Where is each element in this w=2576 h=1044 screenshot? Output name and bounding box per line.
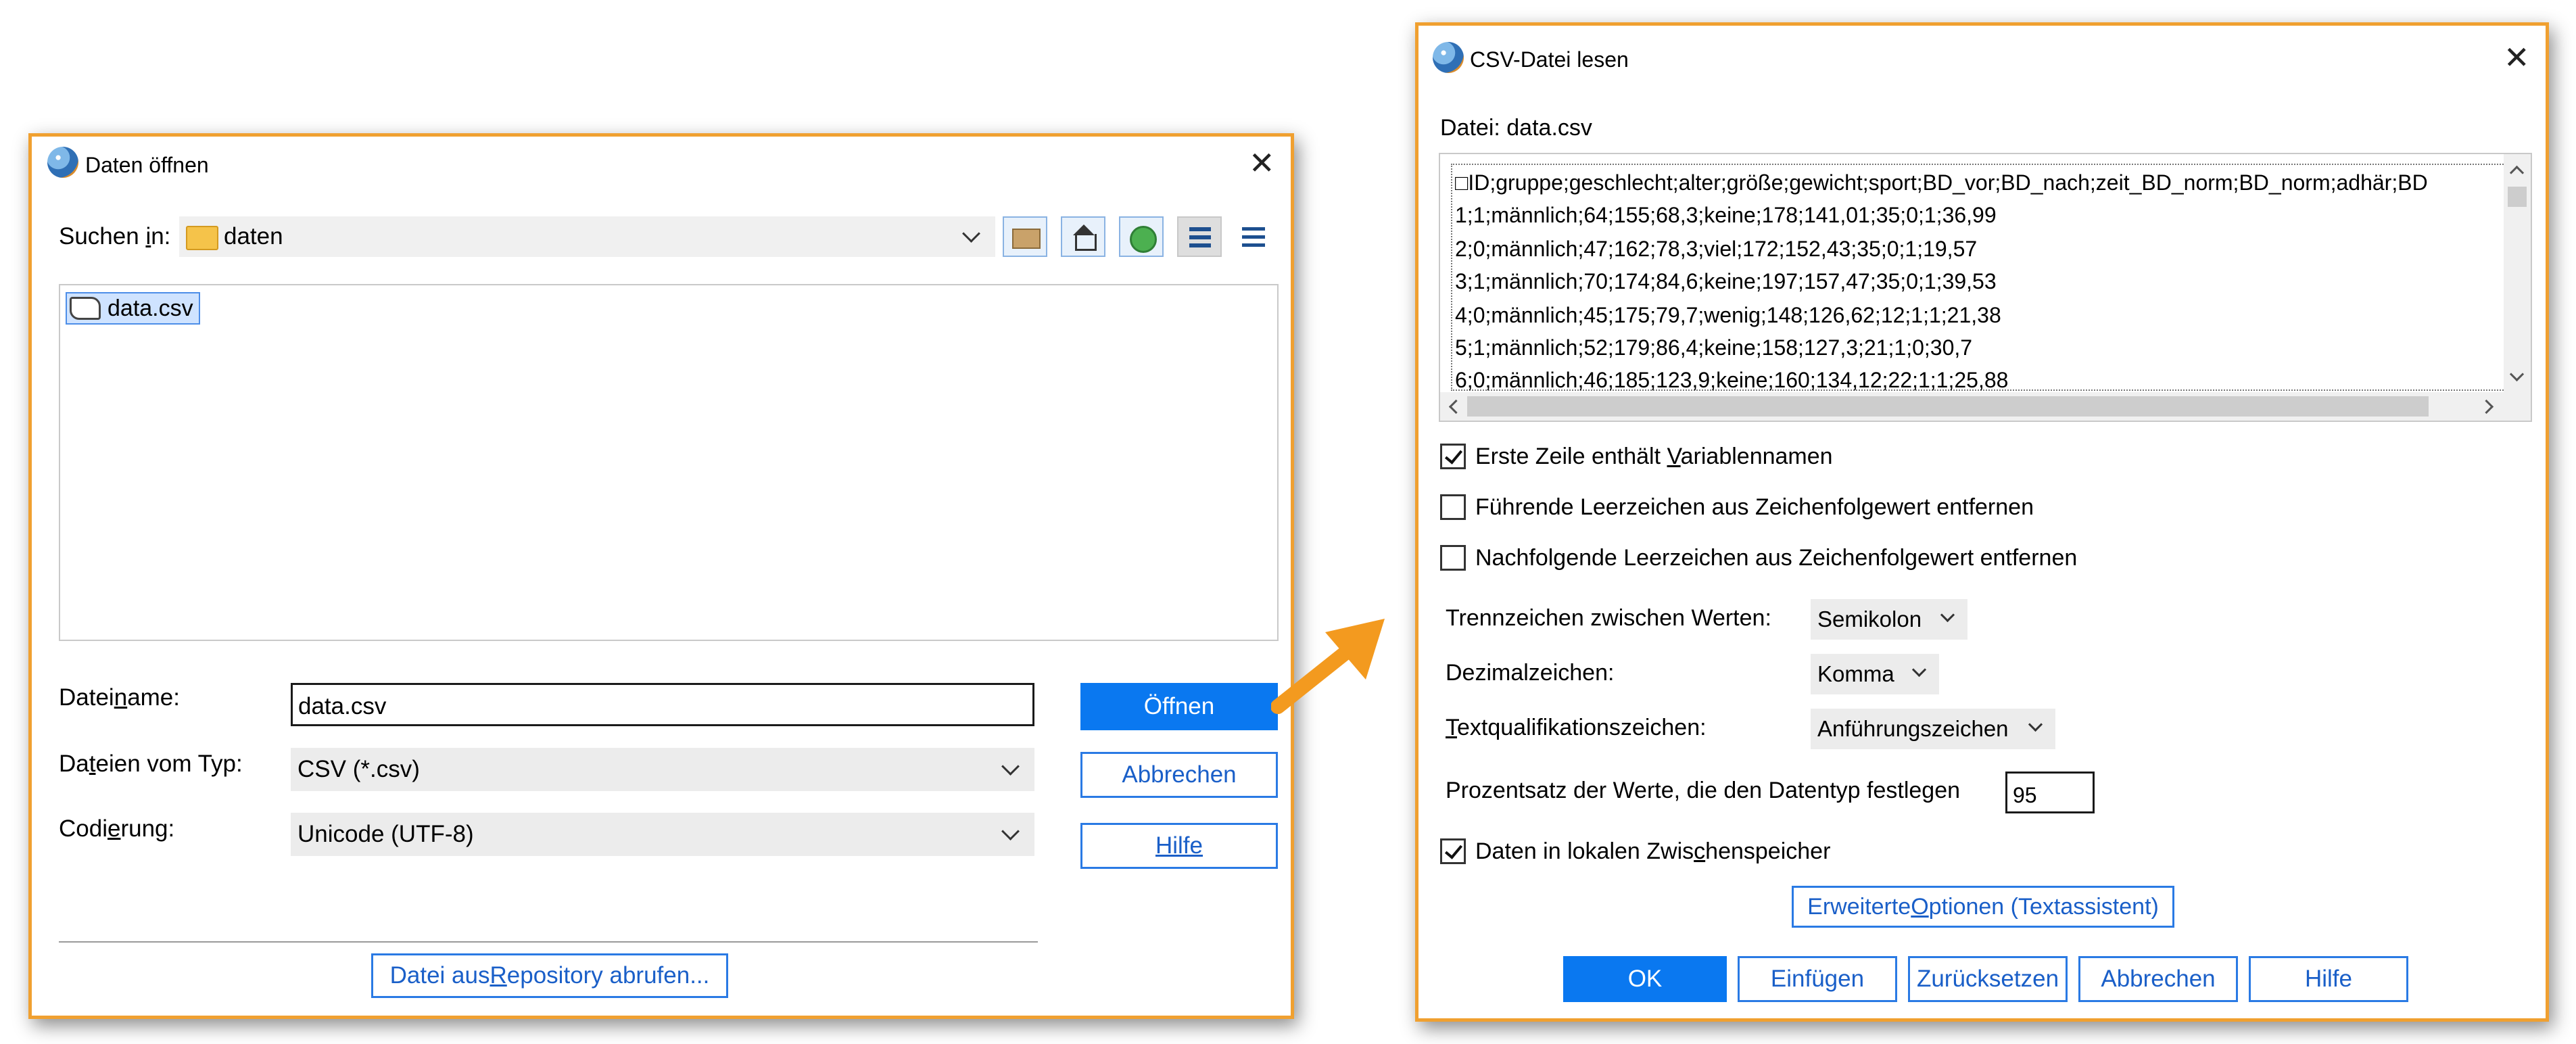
paste-button[interactable]: Einfügen	[1738, 956, 1897, 1002]
encoding-select[interactable]: Unicode (UTF-8)	[291, 813, 1034, 856]
app-globe-icon	[47, 147, 78, 178]
decimal-label: Dezimalzeichen:	[1446, 660, 1615, 686]
help-button[interactable]: Hilfe	[1080, 823, 1278, 869]
scroll-up-icon	[2509, 165, 2525, 181]
title-bar: Daten öffnen ✕	[32, 137, 1291, 197]
list-view-button[interactable]	[1177, 216, 1222, 257]
filetype-value: CSV (*.csv)	[297, 756, 420, 782]
look-in-combo[interactable]: daten	[179, 216, 995, 257]
title-bar: CSV-Datei lesen ✕	[1418, 26, 2546, 87]
open-button[interactable]: Öffnen	[1080, 683, 1278, 730]
new-folder-icon	[1130, 226, 1157, 253]
ok-button[interactable]: OK	[1563, 956, 1727, 1002]
file-list[interactable]: data.csv	[59, 284, 1279, 641]
folder-icon	[186, 226, 218, 250]
home-button[interactable]	[1061, 216, 1105, 257]
chevron-down-icon	[1001, 757, 1020, 776]
file-item-name: data.csv	[108, 295, 193, 321]
trim-trailing-checkbox[interactable]	[1440, 545, 1466, 571]
arrow-icon	[1271, 619, 1385, 714]
delimiter-label: Trennzeichen zwischen Werten:	[1446, 605, 1771, 631]
local-cache-checkbox[interactable]	[1440, 838, 1466, 864]
percent-label: Prozentsatz der Werte, die den Datentyp …	[1446, 778, 1961, 803]
look-in-value: daten	[224, 223, 283, 250]
filename-label: Dateiname:	[59, 684, 180, 711]
advanced-options-button[interactable]: Erweiterte Optionen (Textassistent)	[1792, 886, 2174, 928]
trim-leading-checkbox[interactable]	[1440, 494, 1466, 520]
new-folder-button[interactable]	[1119, 216, 1164, 257]
reset-button[interactable]: Zurücksetzen	[1908, 956, 2068, 1002]
filename-value: data.csv	[298, 693, 387, 719]
chevron-down-icon	[1001, 822, 1020, 840]
cancel-button[interactable]: Abbrechen	[2078, 956, 2238, 1002]
preview-header-line: □ID;gruppe;geschlecht;alter;größe;gewich…	[1455, 170, 2428, 195]
chevron-down-icon	[1911, 662, 1927, 678]
local-cache-label: Daten in lokalen Zwischenspeicher	[1475, 838, 1831, 864]
file-item[interactable]: data.csv	[66, 292, 200, 325]
scroll-left-icon	[1448, 399, 1464, 414]
vertical-scrollbar[interactable]	[2504, 154, 2531, 392]
look-in-label: Suchen in:	[59, 223, 171, 250]
close-icon[interactable]: ✕	[2504, 42, 2530, 73]
decimal-select[interactable]: Komma	[1811, 654, 1939, 694]
percent-value: 95	[2013, 783, 2037, 807]
chevron-down-icon	[2028, 717, 2043, 732]
filename-input[interactable]: data.csv	[291, 683, 1034, 726]
home-icon	[1075, 234, 1097, 251]
cancel-button[interactable]: Abbrechen	[1080, 752, 1278, 798]
csv-preview[interactable]: □ID;gruppe;geschlecht;alter;größe;gewich…	[1439, 153, 2532, 422]
preview-line: 6;0;männlich;46;185;123,9;keine;160;134,…	[1455, 368, 2009, 392]
first-row-names-label: Erste Zeile enthält Variablennamen	[1475, 444, 1833, 469]
details-view-button[interactable]	[1231, 216, 1276, 257]
list-view-icon	[1189, 227, 1211, 247]
filetype-select[interactable]: CSV (*.csv)	[291, 748, 1034, 791]
delimiter-value: Semikolon	[1817, 607, 1922, 632]
vertical-scroll-thumb[interactable]	[2508, 187, 2527, 207]
preview-line: 1;1;männlich;64;155;68,3;keine;178;141,0…	[1455, 203, 1997, 227]
text-qualifier-label: Textqualifikationszeichen:	[1446, 715, 1707, 740]
chevron-down-icon	[1940, 607, 1955, 623]
preview-line: 2;0;männlich;47;162;78,3;viel;172;152,43…	[1455, 237, 1978, 261]
chevron-down-icon	[962, 224, 980, 243]
csv-read-dialog: CSV-Datei lesen ✕ Datei: data.csv □ID;gr…	[1415, 22, 2549, 1022]
open-data-dialog: Daten öffnen ✕ Suchen in: daten data.csv…	[28, 133, 1294, 1019]
divider	[59, 941, 1038, 943]
repository-button[interactable]: Datei aus Repository abrufen...	[371, 953, 728, 998]
close-icon[interactable]: ✕	[1249, 147, 1275, 179]
scroll-right-icon	[2479, 399, 2494, 414]
details-view-icon	[1242, 227, 1265, 247]
csv-file-icon	[70, 297, 101, 320]
up-folder-button[interactable]	[1003, 216, 1047, 257]
dialog-title: Daten öffnen	[85, 153, 209, 177]
preview-line: 4;0;männlich;45;175;79,7;wenig;148;126,6…	[1455, 303, 2001, 327]
decimal-value: Komma	[1817, 661, 1894, 686]
text-qualifier-value: Anführungszeichen	[1817, 716, 2009, 741]
help-button[interactable]: Hilfe	[2249, 956, 2408, 1002]
app-globe-icon	[1433, 42, 1464, 73]
first-row-names-checkbox[interactable]	[1440, 444, 1466, 469]
preview-line: 5;1;männlich;52;179;86,4;keine;158;127,3…	[1455, 335, 1973, 360]
dialog-title: CSV-Datei lesen	[1470, 47, 1629, 72]
horizontal-scrollbar[interactable]	[1440, 392, 2531, 421]
trim-trailing-label: Nachfolgende Leerzeichen aus Zeichenfolg…	[1475, 545, 2078, 571]
text-qualifier-select[interactable]: Anführungszeichen	[1811, 709, 2055, 749]
filetype-label: Dateien vom Typ:	[59, 751, 243, 777]
encoding-value: Unicode (UTF-8)	[297, 821, 474, 847]
scroll-down-icon	[2509, 366, 2525, 382]
preview-line: 3;1;männlich;70;174;84,6;keine;197;157,4…	[1455, 269, 1997, 293]
encoding-label: Codierung:	[59, 815, 175, 842]
horizontal-scroll-thumb[interactable]	[1467, 396, 2429, 417]
percent-input[interactable]: 95	[2005, 772, 2095, 813]
trim-leading-label: Führende Leerzeichen aus Zeichenfolgewer…	[1475, 494, 2034, 520]
up-folder-icon	[1012, 229, 1041, 249]
file-label: Datei: data.csv	[1440, 115, 1592, 141]
delimiter-select[interactable]: Semikolon	[1811, 599, 1967, 640]
